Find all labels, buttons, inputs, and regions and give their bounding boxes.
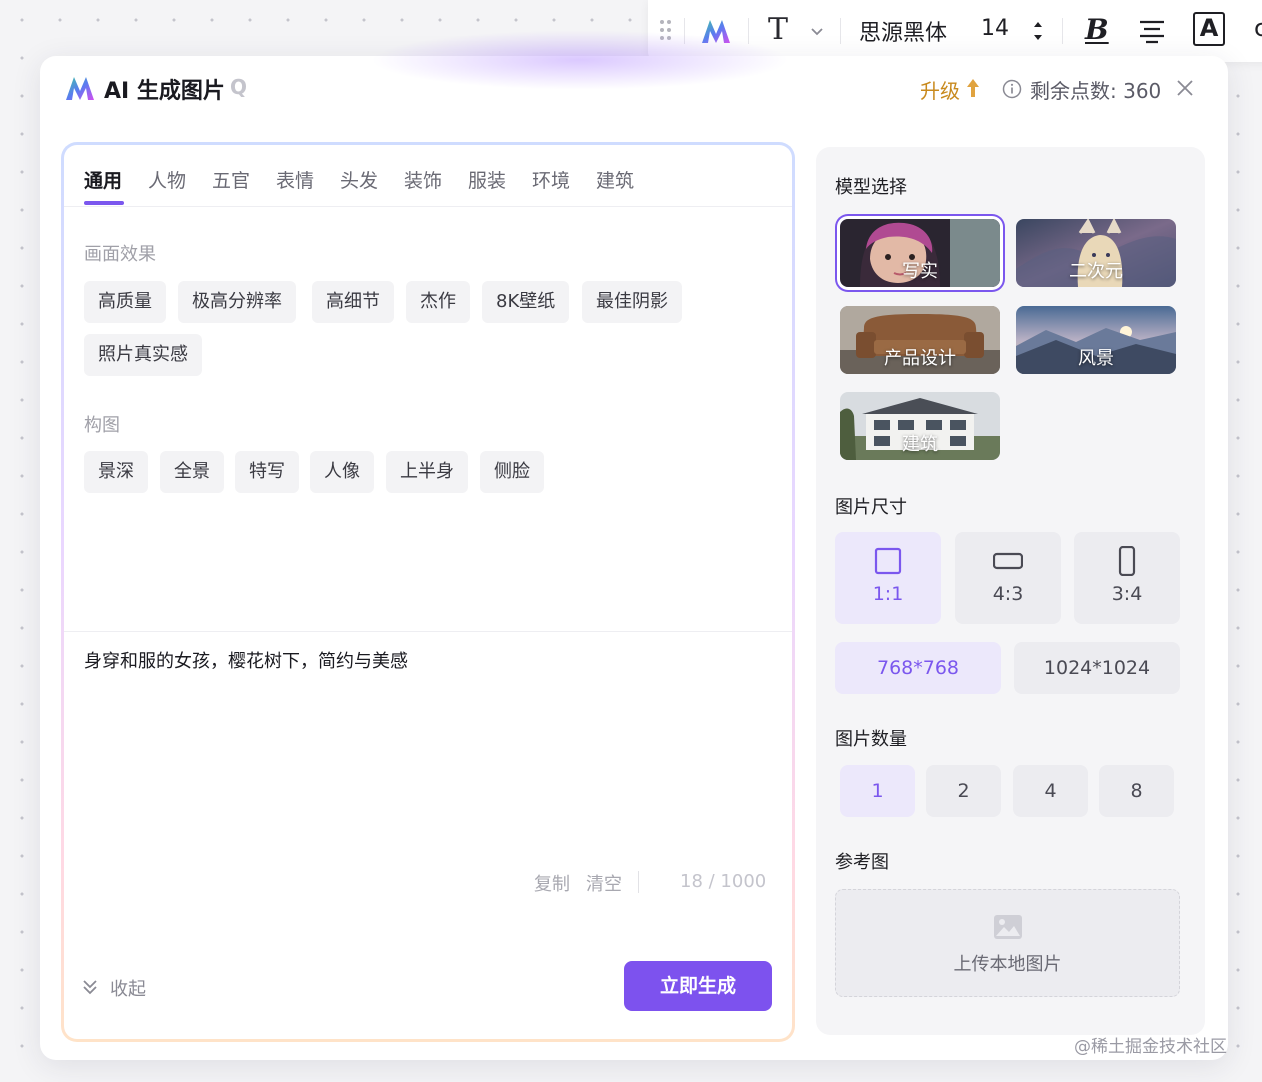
tab-clothing[interactable]: 服装 xyxy=(468,166,506,193)
clear-button[interactable]: 清空 xyxy=(586,870,622,896)
text-format-toolbar: T 思源黑体 14 B A c xyxy=(648,0,1262,62)
font-size-input[interactable]: 14 xyxy=(981,16,1009,41)
ai-logo-icon xyxy=(66,77,94,100)
composition-chip[interactable]: 侧脸 xyxy=(480,451,544,493)
toolbar-divider xyxy=(684,18,685,44)
close-icon[interactable] xyxy=(1176,79,1194,97)
model-anime[interactable]: 二次元 xyxy=(1016,219,1176,287)
drag-handle-icon[interactable] xyxy=(660,20,672,42)
model-architecture[interactable]: 建筑 xyxy=(840,392,1000,460)
watermark: @稀土掘金技术社区 xyxy=(1074,1037,1227,1057)
effect-chip[interactable]: 最佳阴影 xyxy=(582,281,682,323)
count-option-8[interactable]: 8 xyxy=(1099,765,1174,817)
composition-chip[interactable]: 景深 xyxy=(84,451,148,493)
tab-person[interactable]: 人物 xyxy=(148,166,186,193)
chevron-down-icon[interactable] xyxy=(808,22,826,40)
prompt-actions-divider xyxy=(638,871,639,893)
settings-panel: 模型选择 写实 二次元 产品设计 风景 建筑 图片尺寸 1:1 4:3 3:4 … xyxy=(816,147,1205,1035)
tab-environment[interactable]: 环境 xyxy=(532,166,570,193)
prompt-editor-frame: 通用 人物 五官 表情 头发 装饰 服装 环境 建筑 画面效果 高质量 极高分辨… xyxy=(61,142,795,1042)
upgrade-link[interactable]: 升级 xyxy=(920,75,960,104)
resolution-1024[interactable]: 1024*1024 xyxy=(1014,642,1180,694)
model-name: 写实 xyxy=(902,261,938,282)
prompt-textarea[interactable]: 身穿和服的女孩，樱花树下，简约与美感 xyxy=(84,647,408,673)
ratio-3-4[interactable]: 3:4 xyxy=(1074,532,1180,624)
align-center-icon[interactable] xyxy=(1138,18,1166,44)
generate-button[interactable]: 立即生成 xyxy=(624,961,772,1011)
composition-chip[interactable]: 人像 xyxy=(310,451,374,493)
ai-image-dialog: AI 生成图片 Q 升级 剩余点数: 360 通用 人物 五官 表情 头发 装饰… xyxy=(40,30,1228,1060)
composition-chip[interactable]: 全景 xyxy=(160,451,224,493)
ratio-1-1[interactable]: 1:1 xyxy=(835,532,941,624)
model-name: 建筑 xyxy=(902,434,938,455)
info-icon[interactable] xyxy=(1002,79,1022,99)
composition-chip[interactable]: 特写 xyxy=(235,451,299,493)
effect-chip[interactable]: 杰作 xyxy=(406,281,470,323)
tab-general[interactable]: 通用 xyxy=(84,166,122,193)
model-product-design[interactable]: 产品设计 xyxy=(840,306,1000,374)
landscape-ratio-icon xyxy=(993,552,1023,570)
upload-area[interactable]: 上传本地图片 xyxy=(835,889,1180,997)
image-icon xyxy=(994,915,1022,939)
ratio-4-3[interactable]: 4:3 xyxy=(955,532,1061,624)
more-options-icon[interactable]: c xyxy=(1254,14,1262,42)
size-section-title: 图片尺寸 xyxy=(835,497,907,518)
remaining-points: 剩余点数: 360 xyxy=(1030,79,1162,103)
count-option-2[interactable]: 2 xyxy=(926,765,1001,817)
composition-section-title: 构图 xyxy=(84,415,120,436)
prompt-editor: 通用 人物 五官 表情 头发 装饰 服装 环境 建筑 画面效果 高质量 极高分辨… xyxy=(64,145,792,1039)
toolbar-divider xyxy=(748,18,749,44)
ai-logo-icon[interactable] xyxy=(700,17,732,45)
model-name: 二次元 xyxy=(1069,261,1123,282)
effect-chip[interactable]: 8K壁纸 xyxy=(482,281,570,323)
model-section-title: 模型选择 xyxy=(835,177,907,198)
toolbar-divider xyxy=(1062,18,1063,44)
ratio-label: 3:4 xyxy=(1111,583,1143,605)
upgrade-arrow-icon[interactable] xyxy=(966,78,980,98)
model-landscape[interactable]: 风景 xyxy=(1016,306,1176,374)
effect-chip[interactable]: 极高分辨率 xyxy=(178,281,296,323)
tab-accessories[interactable]: 装饰 xyxy=(404,166,442,193)
model-realistic[interactable]: 写实 xyxy=(840,219,1000,287)
font-size-stepper-icon[interactable] xyxy=(1031,17,1045,45)
tab-expression[interactable]: 表情 xyxy=(276,166,314,193)
toolbar-divider xyxy=(840,18,841,44)
count-option-4[interactable]: 4 xyxy=(1013,765,1088,817)
effect-chip[interactable]: 高细节 xyxy=(312,281,394,323)
count-section-title: 图片数量 xyxy=(835,729,907,750)
ratio-label: 1:1 xyxy=(872,583,904,605)
resolution-768[interactable]: 768*768 xyxy=(835,642,1001,694)
upload-label: 上传本地图片 xyxy=(953,954,1062,975)
double-chevron-down-icon xyxy=(83,980,97,995)
model-name: 产品设计 xyxy=(884,348,956,369)
ratio-label: 4:3 xyxy=(992,583,1024,605)
active-tab-indicator xyxy=(84,201,124,205)
prompt-divider xyxy=(64,631,792,632)
collapse-label: 收起 xyxy=(110,979,146,1000)
help-icon[interactable]: Q xyxy=(230,75,247,99)
portrait-ratio-icon xyxy=(1118,546,1136,576)
copy-button[interactable]: 复制 xyxy=(534,870,570,896)
text-style-icon[interactable]: T xyxy=(768,12,788,47)
text-color-button[interactable]: A xyxy=(1193,12,1225,46)
effect-chip[interactable]: 高质量 xyxy=(84,281,166,323)
bold-button[interactable]: B xyxy=(1085,13,1109,46)
dialog-header: AI 生成图片 Q 升级 剩余点数: 360 xyxy=(40,56,1228,122)
composition-chip[interactable]: 上半身 xyxy=(386,451,468,493)
tab-hair[interactable]: 头发 xyxy=(340,166,378,193)
tab-architecture[interactable]: 建筑 xyxy=(596,166,634,193)
effects-section-title: 画面效果 xyxy=(84,244,156,265)
character-count: 18 / 1000 xyxy=(680,871,767,892)
model-name: 风景 xyxy=(1078,348,1114,369)
reference-section-title: 参考图 xyxy=(835,852,889,873)
keyword-tabs: 通用 人物 五官 表情 头发 装饰 服装 环境 建筑 xyxy=(64,145,792,207)
effect-chip[interactable]: 照片真实感 xyxy=(84,334,202,376)
dialog-title: AI 生成图片 xyxy=(104,79,225,104)
square-ratio-icon xyxy=(874,547,902,575)
count-option-1[interactable]: 1 xyxy=(840,765,915,817)
tab-features[interactable]: 五官 xyxy=(212,166,250,193)
font-family-select[interactable]: 思源黑体 xyxy=(859,15,947,47)
